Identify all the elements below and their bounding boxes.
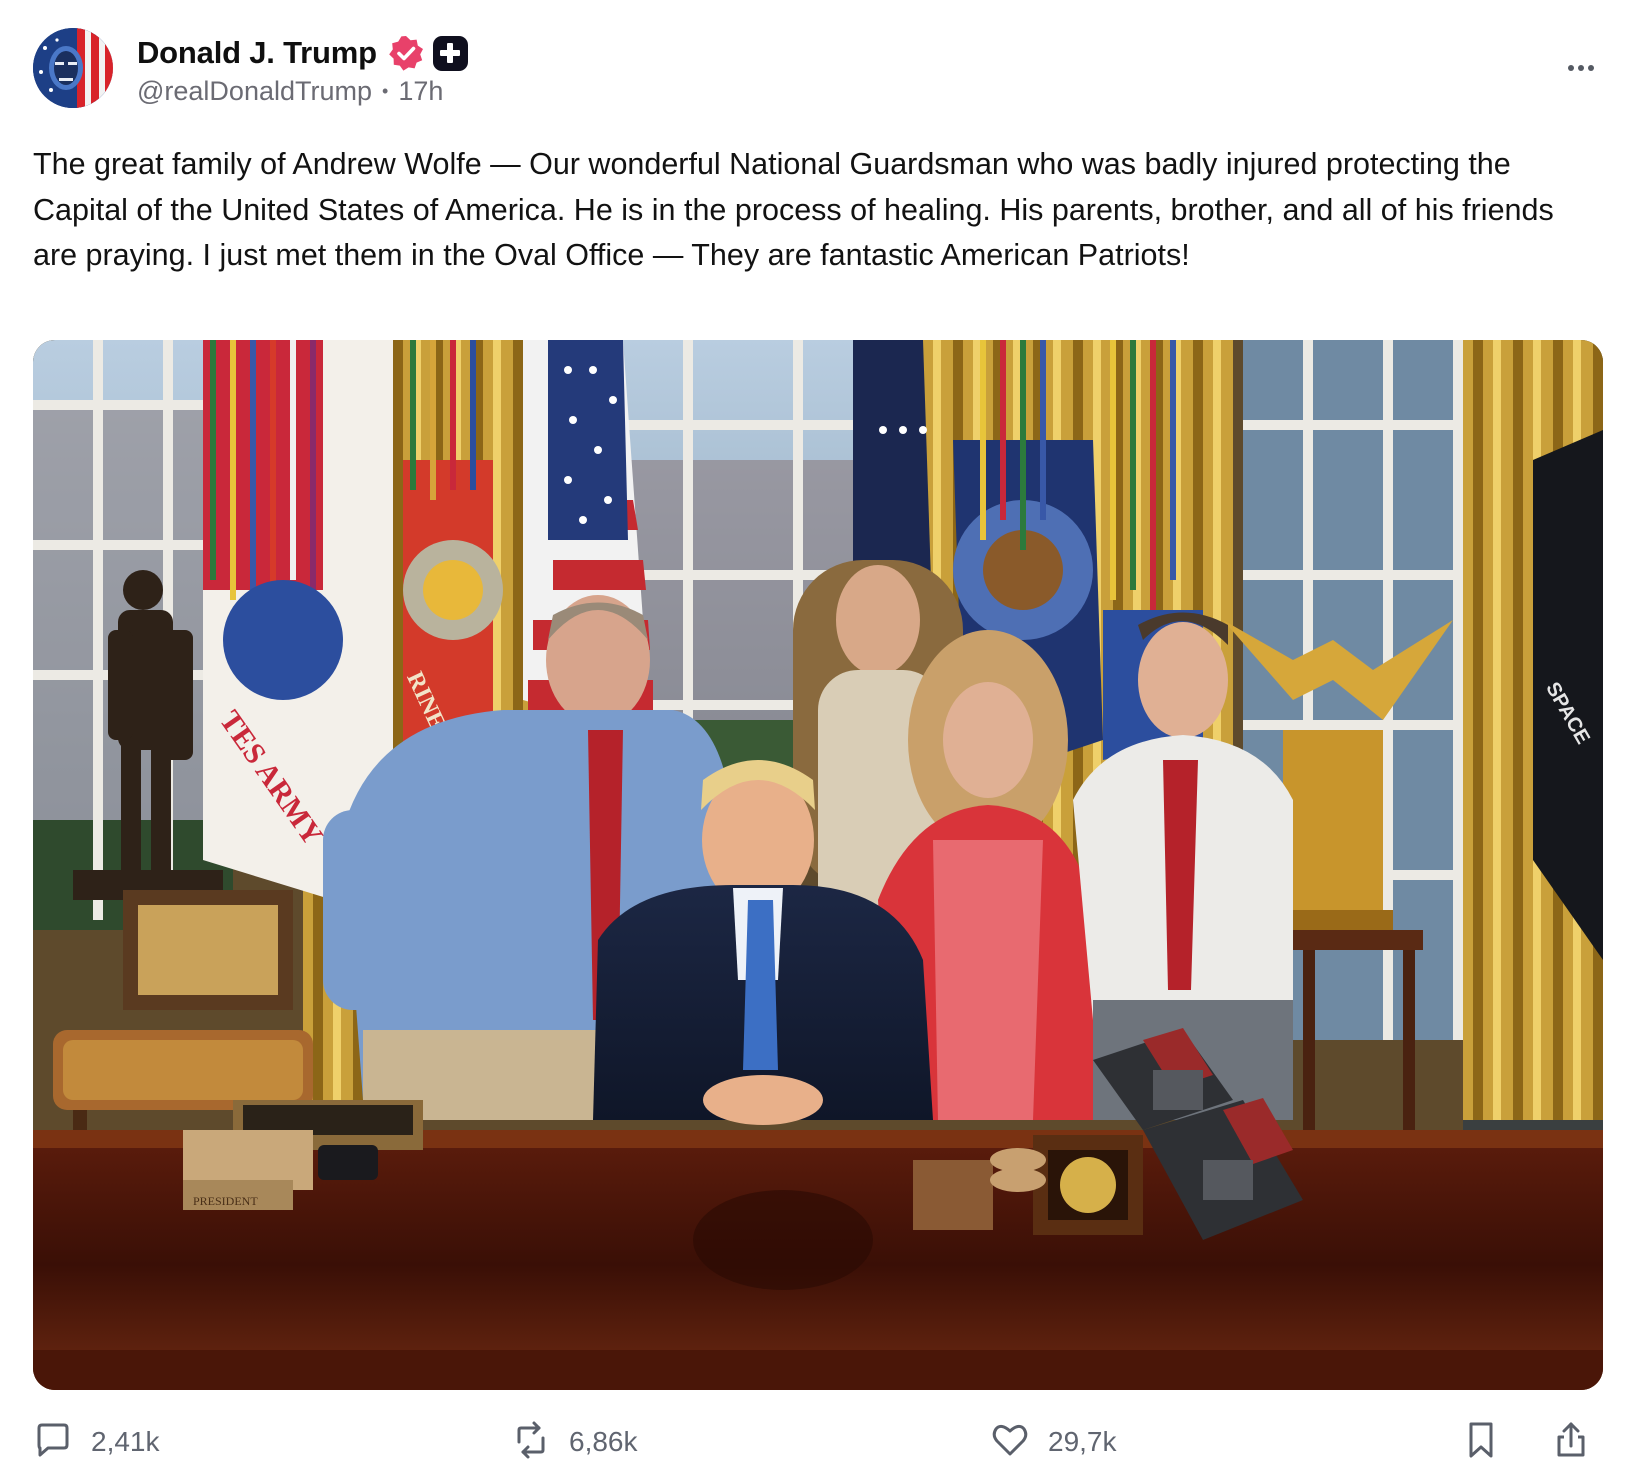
repost-count: 6,86k bbox=[569, 1426, 638, 1457]
meta-separator: • bbox=[382, 81, 389, 101]
post-actions: 2,41k 6,86k 29,7k bbox=[33, 1418, 1603, 1466]
verified-icon bbox=[387, 34, 425, 72]
post-text: The great family of Andrew Wolfe — Our w… bbox=[33, 147, 1554, 272]
desk-plaque: PRESIDENT bbox=[193, 1194, 258, 1208]
bookmark-icon bbox=[1461, 1420, 1501, 1465]
like-button[interactable]: 29,7k bbox=[990, 1418, 1117, 1466]
oval-office-photo: TES ARMY RINE SPACE PRESIDENT bbox=[33, 340, 1603, 1390]
name-row: Donald J. Trump bbox=[137, 32, 468, 74]
post-header: Donald J. Trump @realDonaldTrump • 17h bbox=[33, 28, 1606, 112]
like-icon bbox=[990, 1420, 1030, 1465]
like-count: 29,7k bbox=[1048, 1426, 1117, 1457]
repost-icon bbox=[511, 1420, 551, 1465]
handle[interactable]: @realDonaldTrump bbox=[137, 76, 372, 107]
bookmark-button[interactable] bbox=[1461, 1418, 1501, 1466]
share-button[interactable] bbox=[1551, 1418, 1591, 1466]
author-block: Donald J. Trump @realDonaldTrump • 17h bbox=[137, 32, 468, 107]
repost-button[interactable]: 6,86k bbox=[511, 1418, 638, 1466]
more-icon[interactable] bbox=[1566, 58, 1606, 78]
post-card: Donald J. Trump @realDonaldTrump • 17h T… bbox=[0, 0, 1640, 1474]
share-icon bbox=[1551, 1420, 1591, 1465]
display-name[interactable]: Donald J. Trump bbox=[137, 35, 377, 71]
timestamp[interactable]: 17h bbox=[398, 76, 443, 107]
avatar[interactable] bbox=[33, 28, 113, 108]
reply-icon bbox=[33, 1420, 73, 1465]
plus-badge-icon bbox=[432, 35, 468, 71]
reply-button[interactable]: 2,41k bbox=[33, 1418, 160, 1466]
post-image[interactable]: TES ARMY RINE SPACE PRESIDENT bbox=[33, 340, 1603, 1390]
meta-row: @realDonaldTrump • 17h bbox=[137, 76, 468, 107]
reply-count: 2,41k bbox=[91, 1426, 160, 1457]
